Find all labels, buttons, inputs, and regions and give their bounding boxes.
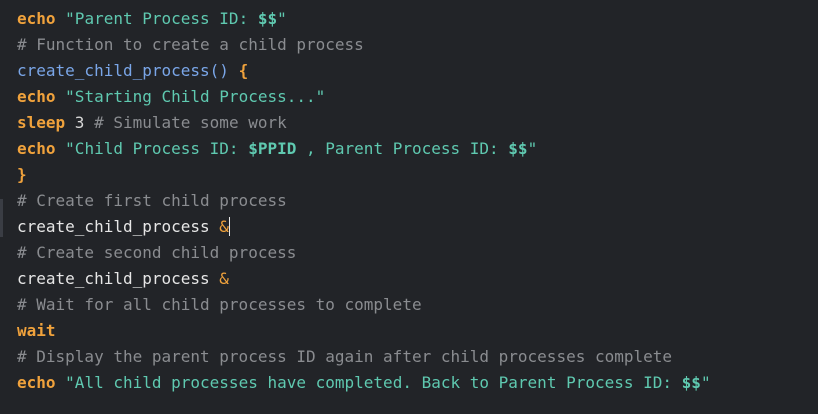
code-token-var: $$ — [508, 139, 528, 158]
code-token-var: $$ — [257, 9, 278, 28]
code-token-cmt: # Create second child process — [17, 243, 297, 262]
code-line[interactable]: # Display the parent process ID again af… — [17, 344, 711, 370]
code-line[interactable]: wait — [17, 318, 711, 344]
text-cursor — [228, 217, 230, 236]
code-token-str: "Child Process ID: — [65, 139, 249, 158]
code-line[interactable]: # Create first child process — [17, 188, 711, 214]
code-line[interactable]: sleep 3 # Simulate some work — [17, 110, 711, 136]
code-token-cmt: # Create first child process — [17, 191, 287, 210]
code-token-kw: sleep — [17, 113, 66, 132]
code-token-cmt: # Simulate some work — [94, 113, 287, 132]
code-line[interactable]: # Wait for all child processes to comple… — [17, 292, 711, 318]
code-editor[interactable]: echo "Parent Process ID: $$" # Function t… — [0, 0, 818, 414]
code-line[interactable]: echo "Child Process ID: $PPID , Parent P… — [17, 136, 711, 162]
code-token-fn: create_child_process() — [17, 61, 229, 80]
code-token-kw: echo — [17, 9, 56, 28]
code-token-var: $PPID — [248, 139, 297, 158]
code-area[interactable]: echo "Parent Process ID: $$" # Function t… — [17, 6, 711, 396]
code-line[interactable]: create_child_process & — [17, 266, 711, 292]
code-line[interactable]: # Function to create a child process — [17, 32, 711, 58]
code-token-str: " — [527, 139, 538, 158]
code-token-cmt: # Function to create a child process — [17, 35, 364, 54]
code-token-cmt: # Display the parent process ID again af… — [17, 347, 673, 366]
code-token-amp: & — [219, 217, 229, 236]
code-token-str: "All child processes have completed. Bac… — [65, 373, 682, 392]
code-token-kw: echo — [17, 373, 56, 392]
code-token-kw: echo — [17, 139, 56, 158]
code-token-cmt: # Wait for all child processes to comple… — [17, 295, 422, 314]
code-token-str: " — [277, 9, 287, 28]
code-line[interactable]: echo "Starting Child Process..." — [17, 84, 711, 110]
code-line[interactable]: echo "Parent Process ID: $$" — [17, 6, 711, 32]
code-token-var: $$ — [681, 373, 701, 392]
code-token-brace: { — [238, 61, 249, 80]
code-token-plain: create_child_process — [17, 269, 220, 288]
code-token-str: , Parent Process ID: — [296, 139, 509, 158]
code-token-brace: } — [17, 165, 27, 184]
code-line[interactable]: echo "All child processes have completed… — [17, 370, 711, 396]
code-token-str: "Starting Child Process..." — [65, 87, 326, 106]
code-token-kw: wait — [17, 321, 56, 340]
code-token-kw: echo — [17, 87, 56, 106]
code-line[interactable]: } — [17, 162, 711, 188]
code-line[interactable]: create_child_process & — [17, 214, 711, 240]
gutter-marker — [0, 199, 3, 237]
code-token-str: "Parent Process ID: — [65, 9, 258, 28]
code-line[interactable]: # Create second child process — [17, 240, 711, 266]
code-token-num: 3 — [65, 113, 95, 132]
code-token-amp: & — [219, 269, 229, 288]
code-token-plain: create_child_process — [17, 217, 220, 236]
code-token-str: " — [700, 373, 711, 392]
code-line[interactable]: create_child_process() { — [17, 58, 711, 84]
